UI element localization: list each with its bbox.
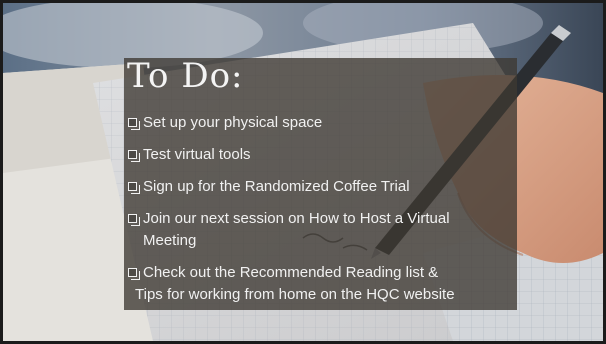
list-item: Sign up for the Randomized Coffee Trial	[127, 176, 517, 198]
list-item-text: Test virtual tools	[143, 146, 251, 163]
checkbox-icon	[128, 214, 140, 226]
checkbox-icon	[128, 118, 140, 130]
slide-title: To Do:	[127, 56, 244, 96]
list-item: Join our next session on How to Host a V…	[127, 208, 517, 252]
list-item-text-continued: Meeting	[143, 232, 197, 249]
list-item: Set up your physical space	[127, 112, 517, 134]
list-item: Test virtual tools	[127, 144, 517, 166]
checkbox-icon	[128, 150, 140, 162]
list-item-text: Set up your physical space	[143, 114, 323, 131]
slide-frame: To Do: Set up your physical space Test v…	[0, 0, 606, 344]
checkbox-icon	[128, 182, 140, 194]
list-item-text: Join our next session on How to Host a V…	[143, 210, 450, 227]
list-item-text-continued: Tips for working from home on the HQC we…	[135, 286, 455, 303]
list-item-text: Sign up for the Randomized Coffee Trial	[143, 178, 410, 195]
list-item: Check out the Recommended Reading list &…	[127, 262, 517, 306]
list-item-text: Check out the Recommended Reading list &	[143, 264, 439, 281]
todo-list: Set up your physical space Test virtual …	[127, 112, 517, 316]
checkbox-icon	[128, 268, 140, 280]
